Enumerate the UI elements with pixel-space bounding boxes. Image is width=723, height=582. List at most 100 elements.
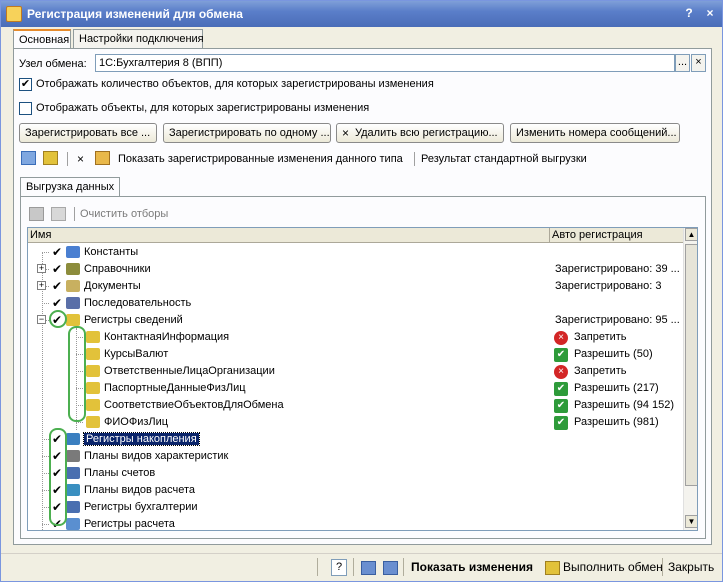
main-window: Регистрация изменений для обмена ? × Осн… <box>0 0 723 582</box>
row-status: Зарегистрировано: 95 ... <box>555 314 680 326</box>
highlight-oval-main <box>49 428 67 526</box>
filter-divider <box>74 207 75 221</box>
row-auto-registration[interactable]: Запретить <box>574 331 627 343</box>
tree-child-row[interactable]: ПаспортныеДанныеФизЛиц ✔ Разрешить (217) <box>28 380 683 397</box>
tree-row[interactable]: ✔ Планы счетов <box>28 465 683 482</box>
row-type-icon <box>66 518 80 530</box>
show-objects-label: Отображать объекты, для которых зарегист… <box>36 102 370 114</box>
show-objects-checkbox[interactable] <box>19 102 32 115</box>
help-title-button[interactable]: ? <box>680 5 698 23</box>
row-auto-registration[interactable]: Запретить <box>574 365 627 377</box>
scroll-up-icon[interactable]: ▲ <box>685 228 697 241</box>
row-type-icon <box>66 263 80 275</box>
tab-data-export[interactable]: Выгрузка данных <box>20 177 121 196</box>
tree-child-row[interactable]: КурсыВалют ✔ Разрешить (50) <box>28 346 683 363</box>
delete-row-icon[interactable]: × <box>77 152 84 166</box>
show-changes-button[interactable]: Показать изменения <box>411 560 533 574</box>
exchange-icon <box>545 561 560 575</box>
tree-child-row[interactable]: СоответствиеОбъектовДляОбмена ✔ Разрешить … <box>28 397 683 414</box>
register-all-button[interactable]: Зарегистрировать все ... <box>19 123 157 143</box>
delete-all-button[interactable]: × Удалить всю регистрацию... <box>336 123 504 143</box>
tree-child-row[interactable]: ФИОФизЛиц ✔ Разрешить (981) <box>28 414 683 431</box>
tree-row[interactable]: + ✔ Документы Зарегистрировано: 3 <box>28 278 683 295</box>
tab-main[interactable]: Основная <box>13 29 71 50</box>
help-icon[interactable]: ? <box>331 559 347 576</box>
delete-all-label: Удалить всю регистрацию... <box>355 127 498 139</box>
expand-all-icon[interactable] <box>21 151 36 165</box>
main-panel: Узел обмена: 1С:Бухгалтерия 8 (ВПП) ... … <box>13 48 712 545</box>
node-clear-button[interactable]: × <box>691 54 706 72</box>
tree-row[interactable]: + ✔ Справочники Зарегистрировано: 39 ... <box>28 261 683 278</box>
vertical-scrollbar[interactable]: ▲ ▼ <box>683 228 697 530</box>
expand-icon[interactable]: + <box>37 264 46 273</box>
tree-connector <box>76 422 83 423</box>
close-button[interactable]: Закрыть <box>668 560 714 574</box>
row-type-icon <box>66 280 80 292</box>
show-count-checkbox[interactable]: ✔ <box>19 78 32 91</box>
clear-filters-button[interactable]: Очистить отборы <box>80 208 168 220</box>
redo-icon[interactable] <box>383 561 398 575</box>
title-bar: Регистрация изменений для обмена ? × <box>1 1 722 27</box>
deny-icon: × <box>554 365 568 379</box>
row-type-icon <box>66 484 80 496</box>
filter-copy-icon <box>51 207 66 221</box>
status-divider <box>317 558 318 576</box>
std-result-button[interactable]: Результат стандартной выгрузки <box>421 153 587 165</box>
tree-child-row[interactable]: КонтактнаяИнформация × Запретить <box>28 329 683 346</box>
col-divider <box>549 228 550 243</box>
tree-row[interactable]: ✔ Планы видов характеристик <box>28 448 683 465</box>
tree-connector <box>42 507 49 508</box>
row-type-icon <box>86 416 100 428</box>
data-tree-grid[interactable]: Имя Авто регистрация ▲ ▼ ✔ Константы + ✔ Спр… <box>27 227 698 531</box>
row-name: ОтветственныеЛицаОрганизации <box>104 365 275 377</box>
window-title: Регистрация изменений для обмена <box>27 7 243 21</box>
row-name: Регистры бухгалтерии <box>84 501 198 513</box>
tree-row[interactable]: ✔ Регистры накопления <box>28 431 683 448</box>
add-icon[interactable] <box>43 151 58 165</box>
filter-icon <box>29 207 44 221</box>
row-check-icon[interactable]: ✔ <box>52 296 62 310</box>
row-auto-registration[interactable]: Разрешить (94 152) <box>574 399 674 411</box>
row-name: Планы видов характеристик <box>84 450 229 462</box>
tree-row[interactable]: ✔ Регистры расчета <box>28 516 683 530</box>
show-count-label: Отображать количество объектов, для кото… <box>36 78 434 90</box>
row-name: ФИОФизЛиц <box>104 416 169 428</box>
status-divider-3 <box>403 558 404 576</box>
scroll-down-icon[interactable]: ▼ <box>685 515 697 528</box>
register-one-button[interactable]: Зарегистрировать по одному ... <box>163 123 331 143</box>
node-select-button[interactable]: ... <box>675 54 690 72</box>
row-type-icon <box>66 501 80 513</box>
row-type-icon <box>86 382 100 394</box>
tree-connector <box>42 252 49 253</box>
row-type-icon <box>66 450 80 462</box>
row-check-icon[interactable]: ✔ <box>52 245 62 259</box>
tree-row[interactable]: ✔ Константы <box>28 244 683 261</box>
tree-row[interactable]: ✔ Регистры бухгалтерии <box>28 499 683 516</box>
undo-icon[interactable] <box>361 561 376 575</box>
change-numbers-button[interactable]: Изменить номера сообщений... <box>510 123 680 143</box>
row-check-icon[interactable]: ✔ <box>52 262 62 276</box>
collapse-icon[interactable]: − <box>37 315 46 324</box>
row-type-icon <box>86 331 100 343</box>
tree-row[interactable]: ✔ Планы видов расчета <box>28 482 683 499</box>
row-check-icon[interactable]: ✔ <box>52 279 62 293</box>
row-type-icon <box>66 433 80 445</box>
row-auto-registration[interactable]: Разрешить (981) <box>574 416 659 428</box>
status-divider-4 <box>662 558 663 576</box>
tree-row[interactable]: − ✔ Регистры сведений Зарегистрировано: 95 … <box>28 312 683 329</box>
tree-child-row[interactable]: ОтветственныеЛицаОрганизации × Запретить <box>28 363 683 380</box>
col-auto-header[interactable]: Авто регистрация <box>552 229 643 241</box>
tree-row[interactable]: ✔ Последовательность <box>28 295 683 312</box>
node-field[interactable]: 1С:Бухгалтерия 8 (ВПП) <box>95 54 675 72</box>
run-exchange-button[interactable]: Выполнить обмен <box>563 560 663 574</box>
show-registered-button[interactable]: Показать зарегистрированные изменения да… <box>118 153 403 165</box>
expand-icon[interactable]: + <box>37 281 46 290</box>
tab-connection-settings[interactable]: Настройки подключения <box>73 29 204 49</box>
row-auto-registration[interactable]: Разрешить (50) <box>574 348 653 360</box>
highlight-circle <box>49 310 67 328</box>
row-name: Регистры расчета <box>84 518 175 530</box>
col-name-header[interactable]: Имя <box>30 229 51 241</box>
scroll-thumb[interactable] <box>685 244 697 486</box>
row-auto-registration[interactable]: Разрешить (217) <box>574 382 659 394</box>
close-title-button[interactable]: × <box>701 5 719 23</box>
